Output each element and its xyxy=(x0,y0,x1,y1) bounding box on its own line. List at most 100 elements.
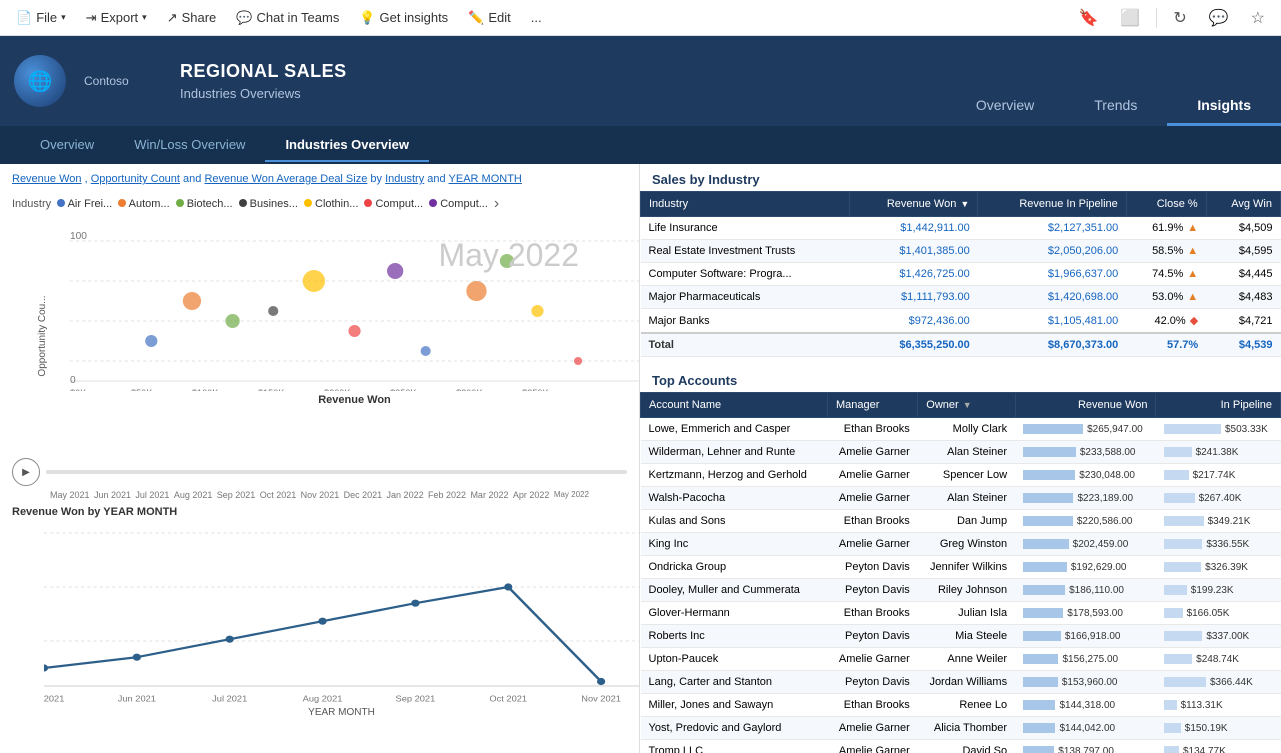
svg-text:Oct 2021: Oct 2021 xyxy=(489,694,527,703)
pipeline-cell: $199.23K xyxy=(1156,579,1281,602)
pipeline-cell: $241.38K xyxy=(1156,441,1281,464)
toolbar: 📄 File ▾ ⇥ Export ▾ ↗ Share 💬 Chat in Te… xyxy=(0,0,1281,36)
pipeline-cell: $2,050,206.00 xyxy=(978,240,1127,263)
file-menu[interactable]: 📄 File ▾ xyxy=(8,6,74,30)
svg-text:$100K: $100K xyxy=(192,388,218,391)
chart-title-link3[interactable]: Revenue Won Average Deal Size xyxy=(204,173,367,185)
star-button[interactable]: ☆ xyxy=(1243,4,1273,32)
export-button[interactable]: ⇥ Export ▾ xyxy=(78,6,155,30)
table-row: Glover-Hermann Ethan Brooks Julian Isla … xyxy=(641,602,1281,625)
chart-title-link2[interactable]: Opportunity Count xyxy=(91,173,180,185)
timeline-track[interactable] xyxy=(46,470,627,474)
chart-title-link1[interactable]: Revenue Won xyxy=(12,173,82,185)
page-title: REGIONAL SALES xyxy=(180,61,347,82)
sub-nav-winloss[interactable]: Win/Loss Overview xyxy=(114,129,265,162)
owner-name: Julian Isla xyxy=(918,602,1015,625)
industry-dot-1: Air Frei... xyxy=(57,198,112,210)
chevron-icon: ▾ xyxy=(61,12,66,23)
edit-button[interactable]: ✏️ Edit xyxy=(460,6,519,30)
svg-text:$350K: $350K xyxy=(522,388,548,391)
col-close-pct[interactable]: Close % xyxy=(1126,192,1206,217)
pipeline-cell: $166.05K xyxy=(1156,602,1281,625)
timeline-area: ▶ xyxy=(0,454,639,488)
manager-name: Ethan Brooks xyxy=(828,510,918,533)
manager-name: Ethan Brooks xyxy=(828,418,918,441)
owner-name: Alicia Thomber xyxy=(918,717,1015,740)
sub-nav: Overview Win/Loss Overview Industries Ov… xyxy=(0,126,1281,164)
pipeline-cell: $267.40K xyxy=(1156,487,1281,510)
separator xyxy=(1156,8,1157,28)
share-icon: ↗ xyxy=(167,10,178,26)
col-owner[interactable]: Owner ▼ xyxy=(918,393,1015,418)
table-row: Kulas and Sons Ethan Brooks Dan Jump $22… xyxy=(641,510,1281,533)
pipeline-cell: $336.55K xyxy=(1156,533,1281,556)
chat-in-teams-button[interactable]: 💬 Chat in Teams xyxy=(228,6,347,30)
account-name: Lang, Carter and Stanton xyxy=(641,671,828,694)
close-pct-cell: 53.0% ▲ xyxy=(1126,286,1206,309)
col-revenue-won[interactable]: Revenue Won ▼ xyxy=(850,192,978,217)
account-name: Tromp LLC xyxy=(641,740,828,753)
revenue-line-chart: $3M $2M $1M May 2021 Jun 2021 Jul 2021 A… xyxy=(44,524,640,704)
industry-name: Major Pharmaceuticals xyxy=(641,286,850,309)
close-pct-cell: 42.0% ◆ xyxy=(1126,309,1206,334)
nav-tab-overview[interactable]: Overview xyxy=(946,89,1064,126)
pipeline-cell: $1,420,698.00 xyxy=(978,286,1127,309)
chevron-icon: ▾ xyxy=(142,12,147,23)
industry-name: Computer Software: Progra... xyxy=(641,263,850,286)
table-row: Life Insurance $1,442,911.00 $2,127,351.… xyxy=(641,217,1281,240)
table-row: Major Pharmaceuticals $1,111,793.00 $1,4… xyxy=(641,286,1281,309)
get-insights-button[interactable]: 💡 Get insights xyxy=(351,6,456,30)
nav-tab-trends[interactable]: Trends xyxy=(1064,89,1167,126)
industry-dot-2: Autom... xyxy=(118,198,169,210)
comment-button[interactable]: 💬 xyxy=(1201,4,1237,32)
industry-dot-7: Comput... xyxy=(429,198,488,210)
col-account-name[interactable]: Account Name xyxy=(641,393,828,418)
teams-icon: 💬 xyxy=(236,10,252,26)
col-manager[interactable]: Manager xyxy=(828,393,918,418)
svg-text:Jul 2021: Jul 2021 xyxy=(212,694,247,703)
svg-text:$200K: $200K xyxy=(324,388,350,391)
chart-title-link5[interactable]: YEAR MONTH xyxy=(449,173,522,185)
manager-name: Peyton Davis xyxy=(828,625,918,648)
account-name: Roberts Inc xyxy=(641,625,828,648)
col-avg-win[interactable]: Avg Win xyxy=(1206,192,1280,217)
header: 🌐 Contoso REGIONAL SALES Industries Over… xyxy=(0,36,1281,126)
pipeline-cell: $217.74K xyxy=(1156,464,1281,487)
manager-name: Amelie Garner xyxy=(828,717,918,740)
play-button[interactable]: ▶ xyxy=(12,458,40,486)
refresh-button[interactable]: ↻ xyxy=(1165,4,1194,32)
sales-by-industry-table: Industry Revenue Won ▼ Revenue In Pipeli… xyxy=(640,191,1281,357)
col-industry[interactable]: Industry xyxy=(641,192,850,217)
account-name: Dooley, Muller and Cummerata xyxy=(641,579,828,602)
pipeline-cell: $366.44K xyxy=(1156,671,1281,694)
col-pipeline[interactable]: Revenue In Pipeline xyxy=(978,192,1127,217)
manager-name: Amelie Garner xyxy=(828,740,918,753)
filter-more-button[interactable]: › xyxy=(494,195,499,213)
sub-nav-industries[interactable]: Industries Overview xyxy=(265,129,429,162)
bookmark-button[interactable]: 🔖 xyxy=(1070,4,1106,32)
revenue-won-cell: $265,947.00 xyxy=(1015,418,1156,441)
nav-tab-insights[interactable]: Insights xyxy=(1167,89,1281,126)
owner-name: Jordan Williams xyxy=(918,671,1015,694)
revenue-won-cell: $156,275.00 xyxy=(1015,648,1156,671)
avg-win-cell: $4,483 xyxy=(1206,286,1280,309)
chart-title-link4[interactable]: Industry xyxy=(385,173,424,185)
close-pct-cell: 74.5% ▲ xyxy=(1126,263,1206,286)
col-rev-won[interactable]: Revenue Won xyxy=(1015,393,1156,418)
industry-dot-4: Busines... xyxy=(239,198,298,210)
chart-title-area: Revenue Won , Opportunity Count and Reve… xyxy=(0,164,639,191)
logo: 🌐 xyxy=(14,55,66,107)
window-button[interactable]: ⬜ xyxy=(1112,4,1148,32)
col-in-pipeline[interactable]: In Pipeline xyxy=(1156,393,1281,418)
revenue-won-cell: $1,426,725.00 xyxy=(850,263,978,286)
more-button[interactable]: ... xyxy=(523,6,550,29)
pipeline-cell: $1,105,481.00 xyxy=(978,309,1127,334)
avg-win-cell: $4,445 xyxy=(1206,263,1280,286)
industry-name: Major Banks xyxy=(641,309,850,334)
sub-nav-overview[interactable]: Overview xyxy=(20,129,114,162)
revenue-won-cell: $233,588.00 xyxy=(1015,441,1156,464)
svg-text:$250K: $250K xyxy=(390,388,416,391)
account-name: Lowe, Emmerich and Casper xyxy=(641,418,828,441)
svg-text:Aug 2021: Aug 2021 xyxy=(303,694,343,703)
share-button[interactable]: ↗ Share xyxy=(159,6,225,30)
